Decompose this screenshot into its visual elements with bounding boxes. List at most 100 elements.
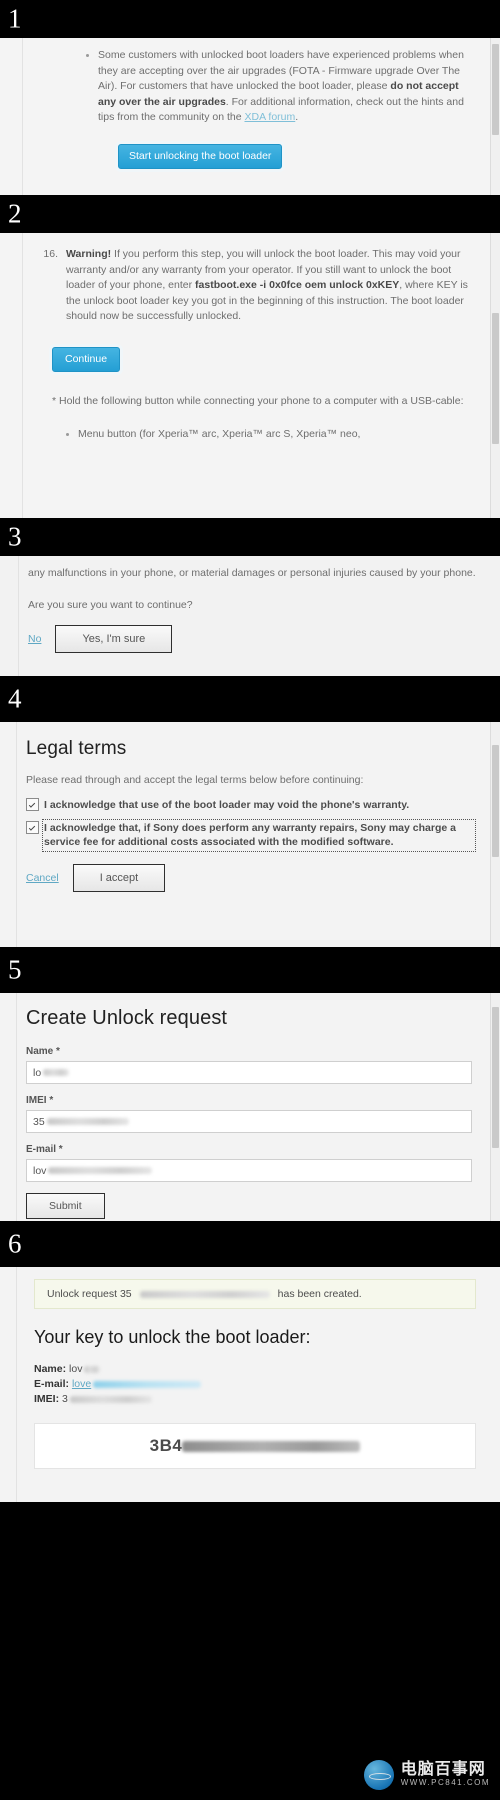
scrollbar-1[interactable] xyxy=(490,38,500,195)
panel-1-content: Some customers with unlocked boot loader… xyxy=(0,38,500,169)
scrollbar-2[interactable] xyxy=(490,233,500,518)
scrollbar-thumb-5[interactable] xyxy=(492,1006,499,1149)
legal-actions: Cancel I accept xyxy=(26,863,474,892)
checkbox-service-fee-icon[interactable] xyxy=(26,820,39,834)
key-meta-email-label: E-mail: xyxy=(34,1378,70,1390)
continue-button[interactable]: Continue xyxy=(52,346,121,372)
submit-button[interactable]: Submit xyxy=(26,1193,105,1219)
legal-term-row-2[interactable]: I acknowledge that, if Sony does perform… xyxy=(26,818,476,852)
notice-redaction xyxy=(139,1290,270,1298)
legal-terms-heading: Legal terms xyxy=(26,738,127,759)
create-unlock-request-heading: Create Unlock request xyxy=(26,1007,228,1029)
email-value: lov xyxy=(33,1164,47,1177)
key-meta-name: Name: lov xyxy=(34,1362,476,1377)
panel-2-screenshot: 16. Warning! If you perform this step, y… xyxy=(0,233,500,518)
unlock-key-redaction xyxy=(182,1440,361,1452)
unlock-key-box: 3B4 xyxy=(34,1423,476,1469)
scrollbar-4[interactable] xyxy=(490,722,500,947)
panel-3-screenshot: any malfunctions in your phone, or mater… xyxy=(0,556,500,676)
step-band-4: 4 xyxy=(0,676,500,722)
page-column-edge-3 xyxy=(18,556,19,676)
scrollbar-thumb[interactable] xyxy=(492,44,499,136)
key-meta-imei-label: IMEI: xyxy=(34,1393,60,1405)
step-band-5: 5 xyxy=(0,947,500,993)
legal-term-text-1: I acknowledge that use of the boot loade… xyxy=(44,799,410,811)
legal-term-row-1[interactable]: I acknowledge that use of the boot loade… xyxy=(26,798,474,813)
ota-warning-list: Some customers with unlocked boot loader… xyxy=(72,48,478,126)
panel-5-screenshot: Create Unlock request Name * lo IMEI * 3… xyxy=(0,993,500,1221)
imei-input[interactable]: 35 xyxy=(26,1110,472,1133)
step-number-6: 6 xyxy=(8,1228,22,1259)
page-column-edge-4 xyxy=(16,722,17,947)
email-redaction xyxy=(48,1167,153,1174)
usb-footnote: * Hold the following button while connec… xyxy=(52,394,464,407)
step-16-item: 16. Warning! If you perform this step, y… xyxy=(28,247,470,325)
step-band-6: 6 xyxy=(0,1221,500,1267)
watermark: 电脑百事网 WWW.PC841.COM xyxy=(363,1760,490,1790)
key-meta-imei-value: 3 xyxy=(62,1393,68,1405)
name-input[interactable]: lo xyxy=(26,1061,472,1084)
your-key-heading: Your key to unlock the boot loader: xyxy=(34,1327,311,1347)
notice-text-pre: Unlock request 35 xyxy=(47,1288,132,1300)
unlock-key-prefix: 3B4 xyxy=(149,1436,183,1455)
email-input[interactable]: lov xyxy=(26,1159,472,1182)
step-16-text: Warning! If you perform this step, you w… xyxy=(66,247,470,325)
checkbox-warranty-icon[interactable] xyxy=(26,798,39,811)
hold-button-list: Menu button (for Xperia™ arc, Xperia™ ar… xyxy=(52,427,470,443)
globe-icon xyxy=(363,1760,394,1790)
imei-value: 35 xyxy=(33,1115,45,1128)
ota-warning-bullet: Some customers with unlocked boot loader… xyxy=(86,48,478,126)
confirm-question: Are you sure you want to continue? xyxy=(28,598,193,611)
imei-label: IMEI * xyxy=(26,1095,54,1106)
key-meta-name-value: lov xyxy=(69,1363,83,1375)
panel-5-content: Create Unlock request Name * lo IMEI * 3… xyxy=(0,993,500,1219)
liability-paragraph: any malfunctions in your phone, or mater… xyxy=(28,567,476,579)
key-meta-email: E-mail: love xyxy=(34,1377,476,1392)
panel-6-screenshot: Unlock request 35 has been created. Your … xyxy=(0,1267,500,1502)
i-accept-button[interactable]: I accept xyxy=(72,863,166,892)
step-band-3: 3 xyxy=(0,518,500,556)
name-redaction xyxy=(43,1069,70,1076)
start-unlock-row: Start unlocking the boot loader xyxy=(118,143,478,169)
watermark-url: WWW.PC841.COM xyxy=(400,1778,490,1788)
panel-2-content: 16. Warning! If you perform this step, y… xyxy=(0,233,500,443)
step-number-4: 4 xyxy=(8,683,22,714)
step-number-3: 3 xyxy=(8,521,22,552)
screenshot-page: 1 Some customers with unlocked boot load… xyxy=(0,0,500,1800)
panel-4-content: Legal terms Please read through and acce… xyxy=(0,722,500,892)
key-name-redaction xyxy=(84,1365,101,1373)
name-value: lo xyxy=(33,1066,42,1079)
panel-4-screenshot: Legal terms Please read through and acce… xyxy=(0,722,500,947)
step-band-1: 1 xyxy=(0,0,500,38)
unlock-request-notice: Unlock request 35 has been created. xyxy=(34,1279,476,1309)
continue-row: Continue xyxy=(52,346,470,372)
step-number-5: 5 xyxy=(8,954,22,985)
watermark-name: 电脑百事网 xyxy=(400,1761,486,1779)
xda-forum-link[interactable]: XDA forum xyxy=(244,111,295,123)
unlock-key-value: 3B4 xyxy=(150,1436,361,1456)
page-column-edge-2 xyxy=(22,233,23,518)
submit-row: Submit xyxy=(26,1193,472,1219)
key-meta-name-label: Name: xyxy=(34,1363,67,1375)
cancel-link[interactable]: Cancel xyxy=(26,872,59,884)
start-unlocking-button[interactable]: Start unlocking the boot loader xyxy=(118,143,283,169)
panel-6-content: Unlock request 35 has been created. Your … xyxy=(0,1267,500,1469)
key-meta-email-value[interactable]: love xyxy=(72,1378,91,1390)
page-column-edge-5 xyxy=(16,993,17,1221)
name-label: Name * xyxy=(26,1046,60,1057)
key-imei-redaction xyxy=(69,1395,152,1403)
scrollbar-thumb-4[interactable] xyxy=(492,744,499,857)
confirm-actions: No Yes, I'm sure xyxy=(28,625,480,653)
scrollbar-thumb-2[interactable] xyxy=(492,312,499,444)
imei-redaction xyxy=(46,1118,129,1125)
panel-1-screenshot: Some customers with unlocked boot loader… xyxy=(0,38,500,195)
step-band-2: 2 xyxy=(0,195,500,233)
scrollbar-5[interactable] xyxy=(490,993,500,1221)
step-number-2: 2 xyxy=(8,198,22,229)
panel-3-content: any malfunctions in your phone, or mater… xyxy=(0,556,500,653)
key-meta-imei: IMEI: 3 xyxy=(34,1392,476,1407)
no-link[interactable]: No xyxy=(28,633,41,645)
yes-im-sure-button[interactable]: Yes, I'm sure xyxy=(55,625,173,653)
notice-text-post: has been created. xyxy=(277,1288,362,1300)
watermark-text: 电脑百事网 WWW.PC841.COM xyxy=(400,1761,490,1788)
